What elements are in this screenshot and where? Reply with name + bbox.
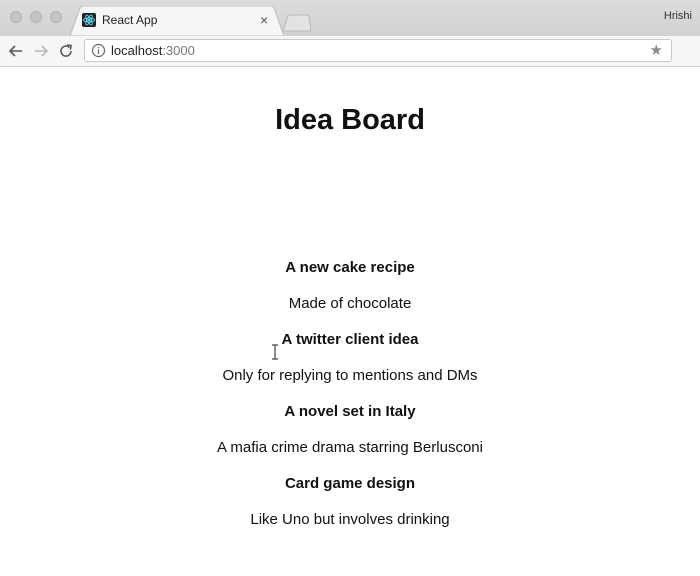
url-host: localhost: [111, 43, 163, 58]
browser-titlebar: React App × Hrishi: [0, 0, 700, 36]
profile-name[interactable]: Hrishi: [664, 10, 692, 22]
close-window-button[interactable]: [10, 11, 22, 23]
idea-card: A novel set in Italy A mafia crime drama…: [0, 402, 700, 474]
idea-card: A twitter client idea Only for replying …: [0, 330, 700, 402]
idea-title: A new cake recipe: [285, 259, 415, 276]
idea-list: A new cake recipe Made of chocolate A tw…: [0, 258, 700, 546]
idea-body: Only for replying to mentions and DMs: [222, 367, 478, 384]
text-cursor-icon: [272, 344, 278, 360]
url-text[interactable]: localhost:3000: [111, 43, 195, 58]
idea-body: Made of chocolate: [288, 295, 412, 312]
idea-title: A twitter client idea: [281, 331, 419, 348]
idea-body: A mafia crime drama starring Berlusconi: [217, 439, 483, 456]
idea-title: Card game design: [284, 475, 416, 492]
tab-title: React App: [102, 13, 158, 27]
idea-body: Like Uno but involves drinking: [250, 511, 450, 528]
react-favicon-icon: [82, 13, 96, 27]
maximize-window-button[interactable]: [50, 11, 62, 23]
minimize-window-button[interactable]: [30, 11, 42, 23]
browser-tab[interactable]: React App ×: [70, 6, 284, 36]
site-info-icon[interactable]: [91, 43, 106, 58]
idea-title: A novel set in Italy: [284, 403, 416, 420]
idea-card: Card game design Like Uno but involves d…: [0, 474, 700, 546]
close-tab-icon[interactable]: ×: [260, 11, 268, 29]
forward-arrow-icon[interactable]: [32, 42, 50, 60]
back-arrow-icon[interactable]: [7, 42, 25, 60]
address-bar[interactable]: localhost:3000 ★: [84, 39, 672, 62]
url-port: :3000: [162, 43, 195, 58]
new-tab-button[interactable]: [282, 14, 312, 32]
page-title: Idea Board: [275, 104, 425, 136]
browser-toolbar: localhost:3000 ★: [0, 36, 700, 67]
idea-card: A new cake recipe Made of chocolate: [0, 258, 700, 330]
reload-icon[interactable]: [57, 42, 75, 60]
bookmark-star-icon[interactable]: ★: [650, 41, 663, 59]
